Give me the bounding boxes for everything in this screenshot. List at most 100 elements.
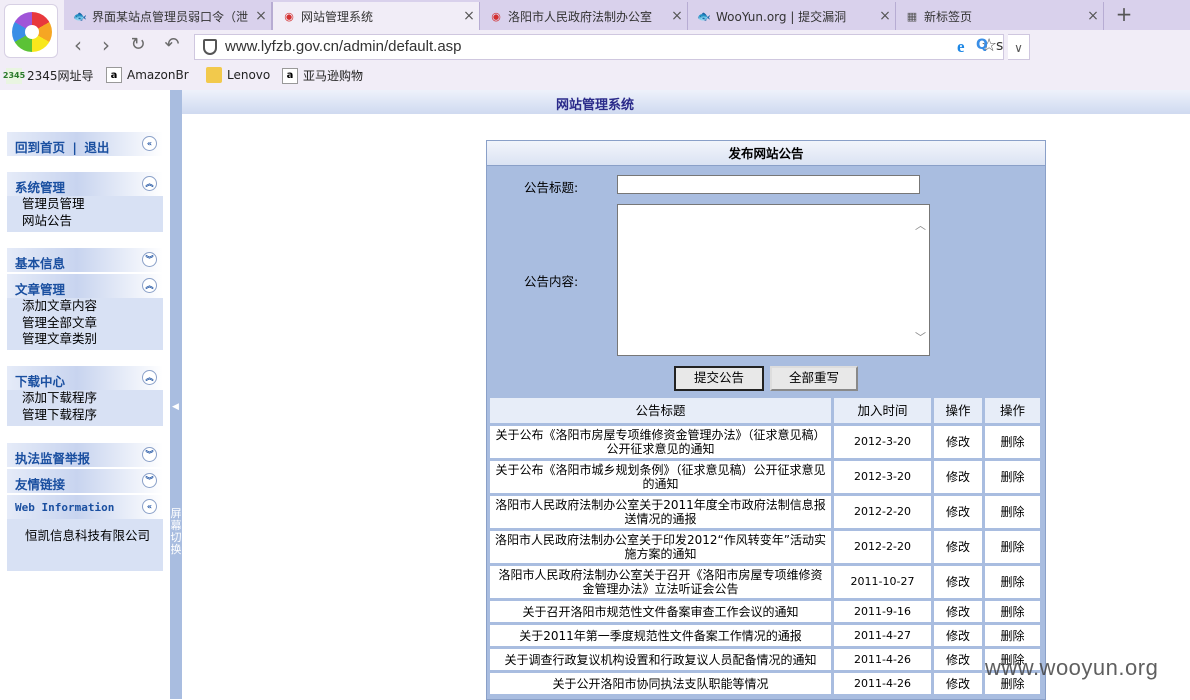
delete-link[interactable]: 删除 <box>985 461 1040 493</box>
sidebar-group-enforcement[interactable]: 执法监督举报 ︾ <box>7 443 163 467</box>
edit-link[interactable]: 修改 <box>934 426 982 458</box>
delete-link[interactable]: 删除 <box>985 601 1040 622</box>
delete-link[interactable]: 删除 <box>985 426 1040 458</box>
row-title: 关于公布《洛阳市城乡规划条例》（征求意见稿）公开征求意见的通知 <box>490 461 831 493</box>
sidebar-item-site-notice[interactable]: 网站公告 <box>7 213 163 230</box>
row-date: 2011-4-26 <box>834 673 931 694</box>
sidebar-group-links[interactable]: 友情链接 ︾ <box>7 469 163 493</box>
chevron-up-icon[interactable]: ︽ <box>142 278 157 293</box>
tab-title: 洛阳市人民政府法制办公室 <box>508 9 653 24</box>
search-box[interactable]: Q s <box>970 34 1190 60</box>
chevron-down-icon[interactable]: ︾ <box>142 473 157 488</box>
edit-link[interactable]: 修改 <box>934 673 982 694</box>
chevron-down-icon[interactable]: ︾ <box>142 447 157 462</box>
emblem-icon: ◉ <box>284 9 294 23</box>
sidebar-item-manage-downloads[interactable]: 管理下载程序 <box>7 407 163 424</box>
close-icon[interactable]: × <box>251 8 271 24</box>
bookmark-amazonbr[interactable]: a AmazonBr <box>106 67 189 83</box>
home-link[interactable]: 回到首页 <box>15 140 65 155</box>
group-title: 基本信息 <box>15 256 66 271</box>
tab-title: 网站管理系统 <box>301 9 374 24</box>
delete-link[interactable]: 删除 <box>985 566 1040 598</box>
close-icon[interactable]: × <box>459 8 479 24</box>
announcement-title-input[interactable] <box>617 175 920 194</box>
wooyun-icon: 🐟 <box>73 9 87 23</box>
chevron-up-icon[interactable]: ︽ <box>142 370 157 385</box>
new-tab-button[interactable]: + <box>1110 2 1138 28</box>
address-bar[interactable]: www.lyfzb.gov.cn/admin/default.asp e ☆ <box>194 34 1004 60</box>
sidebar-item-manage-categories[interactable]: 管理文章类别 <box>7 331 163 348</box>
collapse-icon[interactable]: « <box>142 499 157 514</box>
undo-icon[interactable]: ↶ <box>160 34 184 58</box>
row-title: 关于调查行政复议机构设置和行政复议人员配备情况的通知 <box>490 649 831 670</box>
ie-mode-icon[interactable]: e <box>957 37 965 57</box>
bookmark-lenovo[interactable]: Lenovo <box>206 67 270 83</box>
edit-link[interactable]: 修改 <box>934 649 982 670</box>
row-title: 洛阳市人民政府法制办公室关于2011年度全市政府法制信息报送情况的通报 <box>490 496 831 528</box>
tab-luoyang-office[interactable]: ◉ 洛阳市人民政府法制办公室 × <box>480 2 688 30</box>
row-title: 洛阳市人民政府法制办公室关于印发2012“作风转变年”活动实施方案的通知 <box>490 531 831 563</box>
close-icon[interactable]: × <box>1083 8 1103 24</box>
reload-icon[interactable]: ↻ <box>126 34 150 58</box>
logout-link[interactable]: 退出 <box>84 140 109 155</box>
title-label: 公告标题: <box>524 180 579 195</box>
bookmark-amazon-cn[interactable]: a 亚马逊购物 <box>282 67 363 84</box>
delete-link[interactable]: 删除 <box>985 496 1040 528</box>
submit-announcement-button[interactable]: 提交公告 <box>674 366 764 391</box>
tab-new-tab[interactable]: ▦ 新标签页 × <box>896 2 1104 30</box>
chevron-up-icon[interactable]: ︽ <box>142 176 157 191</box>
delete-link[interactable]: 删除 <box>985 531 1040 563</box>
browser-logo-icon[interactable] <box>4 4 58 58</box>
reset-button[interactable]: 全部重写 <box>770 366 858 391</box>
edit-link[interactable]: 修改 <box>934 566 982 598</box>
tab-admin-system[interactable]: ◉ 网站管理系统 × <box>272 2 480 30</box>
header-title: 公告标题 <box>490 398 831 423</box>
delete-link[interactable]: 删除 <box>985 625 1040 646</box>
close-icon[interactable]: × <box>667 8 687 24</box>
scroll-down-icon[interactable]: ﹀ <box>915 329 926 345</box>
sidebar-group-articles[interactable]: 文章管理 ︽ <box>7 274 163 298</box>
announcement-content-textarea[interactable]: ︿ ﹀ <box>617 204 930 356</box>
chevron-left-icon[interactable]: ◀ <box>172 402 179 412</box>
sidebar-item-add-download[interactable]: 添加下载程序 <box>7 390 163 407</box>
watermark: www.wooyun.org <box>985 655 1159 680</box>
sidebar-item-admin-manage[interactable]: 管理员管理 <box>7 196 163 213</box>
tab-wooyun-submit[interactable]: 🐟 WooYun.org | 提交漏洞 × <box>688 2 896 30</box>
row-title: 洛阳市人民政府法制办公室关于召开《洛阳市房屋专项维修资金管理办法》立法听证会公告 <box>490 566 831 598</box>
amazon-icon: a <box>106 67 122 83</box>
sidebar-item-manage-articles[interactable]: 管理全部文章 <box>7 315 163 332</box>
edit-link[interactable]: 修改 <box>934 625 982 646</box>
edit-link[interactable]: 修改 <box>934 461 982 493</box>
sidebar-group-system[interactable]: 系统管理 ︽ <box>7 172 163 196</box>
announcement-panel: 发布网站公告 公告标题: 公告内容: ︿ ﹀ 提交公告 全部重写 公告标题 加入… <box>486 140 1046 700</box>
table-row: 洛阳市人民政府法制办公室关于印发2012“作风转变年”活动实施方案的通知 201… <box>490 531 1042 563</box>
edit-link[interactable]: 修改 <box>934 531 982 563</box>
chevron-down-icon[interactable]: ︾ <box>142 252 157 267</box>
sidebar-group-basic-info[interactable]: 基本信息 ︾ <box>7 248 163 272</box>
row-title: 关于公布《洛阳市房屋专项维修资金管理办法》（征求意见稿）公开征求意见的通知 <box>490 426 831 458</box>
sidebar-group-system-items: 管理员管理 网站公告 <box>7 196 163 232</box>
collapse-icon[interactable]: « <box>142 136 157 151</box>
scroll-up-icon[interactable]: ︿ <box>915 217 926 233</box>
forward-icon[interactable]: › <box>94 34 118 58</box>
bookmark-label: 2345网址导 <box>27 69 94 83</box>
group-title: 友情链接 <box>15 477 66 492</box>
table-row: 关于召开洛阳市规范性文件备案审查工作会议的通知 2011-9-16 修改 删除 <box>490 601 1042 622</box>
sidebar-item-add-article[interactable]: 添加文章内容 <box>7 298 163 315</box>
row-date: 2012-3-20 <box>834 426 931 458</box>
bookmark-2345[interactable]: 2345 2345网址导 <box>3 67 94 84</box>
row-date: 2012-2-20 <box>834 496 931 528</box>
edit-link[interactable]: 修改 <box>934 496 982 528</box>
page-header: 网站管理系统 <box>182 90 1190 114</box>
edit-link[interactable]: 修改 <box>934 601 982 622</box>
screen-toggle-splitter[interactable]: ◀ 屏幕切换 <box>170 90 182 699</box>
sidebar-group-downloads[interactable]: 下载中心 ︽ <box>7 366 163 390</box>
sidebar-group-web-info[interactable]: Web Information « <box>7 495 163 519</box>
group-title: 系统管理 <box>15 180 66 195</box>
close-icon[interactable]: × <box>875 8 895 24</box>
company-name: 恒凯信息科技有限公司 <box>25 528 151 543</box>
search-input[interactable]: s <box>996 38 1003 54</box>
table-row: 洛阳市人民政府法制办公室关于2011年度全市政府法制信息报送情况的通报 2012… <box>490 496 1042 528</box>
tab-wooyun-report[interactable]: 🐟 界面某站点管理员弱口令（泄 × <box>64 2 272 30</box>
back-icon[interactable]: ‹ <box>66 34 90 58</box>
